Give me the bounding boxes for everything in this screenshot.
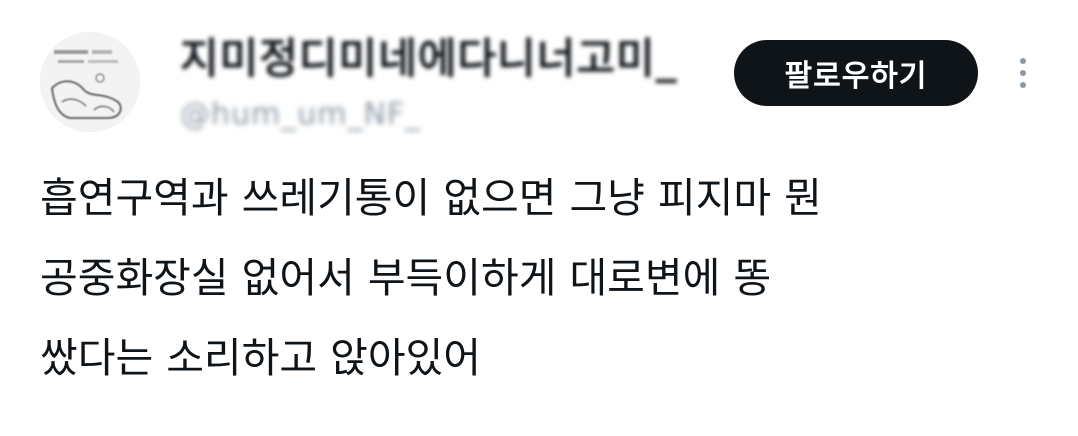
tweet-line: 공중화장실 없어서 부득이하게 대로변에 똥 xyxy=(40,254,772,302)
avatar[interactable] xyxy=(40,32,140,132)
tweet-text: 흡연구역과 쓰레기통이 없으면 그냥 피지마 뭔 공중화장실 없어서 부득이하게… xyxy=(40,158,1050,398)
tweet-line: 쌌다는 소리하고 앉아있어 xyxy=(40,334,481,382)
more-options-button[interactable] xyxy=(1006,50,1040,96)
follow-button[interactable]: 팔로우하기 xyxy=(734,40,978,106)
more-vertical-icon xyxy=(1020,58,1026,88)
tweet-line: 흡연구역과 쓰레기통이 없으면 그냥 피지마 뭔 xyxy=(40,174,822,222)
user-handle[interactable]: @hum_um_NF_ xyxy=(180,96,421,132)
profile-avatar-icon xyxy=(40,32,140,132)
user-handle-text: @hum_um_NF_ xyxy=(180,96,422,132)
display-name-text: 지미정디미네에다니너고미_ xyxy=(180,33,678,83)
display-name[interactable]: 지미정디미네에다니너고미_ xyxy=(180,33,678,83)
